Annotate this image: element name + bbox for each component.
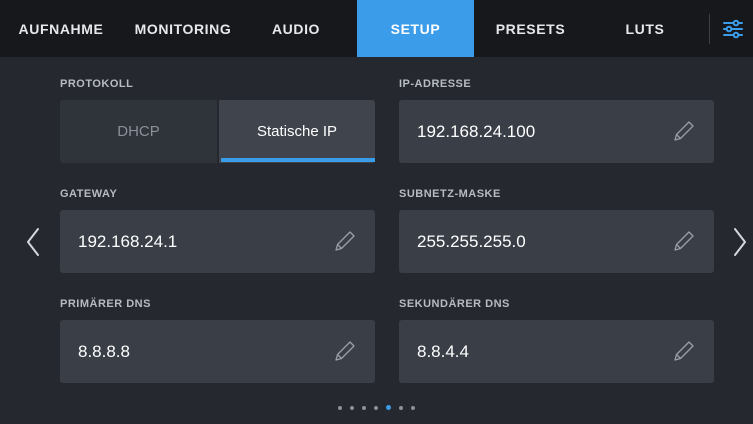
ip-address-label: IP-ADRESSE (399, 78, 472, 90)
subnet-mask-field[interactable]: 255.255.255.0 (399, 210, 714, 273)
secondary-dns-label: SEKUNDÄRER DNS (399, 298, 510, 310)
pencil-icon (674, 121, 694, 141)
tab-monitoring[interactable]: MONITORING (120, 0, 246, 57)
primary-dns-label: PRIMÄRER DNS (60, 298, 151, 310)
protocol-segmented-control: DHCP Statische IP (60, 100, 375, 163)
previous-page-button[interactable] (23, 222, 43, 262)
gateway-label: GATEWAY (60, 188, 118, 200)
ip-address-field[interactable]: 192.168.24.100 (399, 100, 714, 163)
tab-audio[interactable]: AUDIO (254, 0, 338, 57)
primary-dns-value: 8.8.8.8 (78, 341, 130, 361)
sliders-icon (722, 19, 743, 38)
tab-bar: AUFNAHME MONITORING AUDIO SETUP PRESETS … (0, 0, 753, 57)
ip-address-value: 192.168.24.100 (417, 121, 536, 141)
chevron-left-icon (27, 228, 39, 256)
tab-luts[interactable]: LUTS (595, 0, 695, 57)
pagination-dot[interactable] (411, 406, 415, 410)
next-page-button[interactable] (730, 222, 750, 262)
setup-screen: AUFNAHME MONITORING AUDIO SETUP PRESETS … (0, 0, 753, 424)
gateway-field[interactable]: 192.168.24.1 (60, 210, 375, 273)
pencil-icon (674, 341, 694, 361)
pencil-icon (674, 231, 694, 251)
pencil-icon (335, 341, 355, 361)
tab-divider (709, 14, 710, 44)
pagination-dot[interactable] (362, 406, 366, 410)
pagination-dots (0, 404, 753, 412)
pagination-dot-active[interactable] (386, 405, 391, 410)
protocol-option-static-ip[interactable]: Statische IP (219, 100, 375, 163)
pagination-dot[interactable] (399, 406, 403, 410)
subnet-mask-value: 255.255.255.0 (417, 231, 526, 251)
tab-setup[interactable]: SETUP (357, 0, 474, 57)
pagination-dot[interactable] (374, 406, 378, 410)
pagination-dot[interactable] (338, 406, 342, 410)
chevron-right-icon (734, 228, 746, 256)
pagination-dot[interactable] (350, 406, 354, 410)
tab-presets[interactable]: PRESETS (474, 0, 587, 57)
secondary-dns-value: 8.8.4.4 (417, 341, 469, 361)
gateway-value: 192.168.24.1 (78, 231, 178, 251)
settings-button[interactable] (712, 8, 753, 49)
tab-aufnahme[interactable]: AUFNAHME (10, 0, 112, 57)
protocol-selected-indicator (221, 158, 375, 162)
primary-dns-field[interactable]: 8.8.8.8 (60, 320, 375, 383)
protocol-option-dhcp[interactable]: DHCP (60, 100, 217, 163)
secondary-dns-field[interactable]: 8.8.4.4 (399, 320, 714, 383)
pencil-icon (335, 231, 355, 251)
subnet-mask-label: SUBNETZ-MASKE (399, 188, 501, 200)
protocol-label: PROTOKOLL (60, 78, 134, 90)
